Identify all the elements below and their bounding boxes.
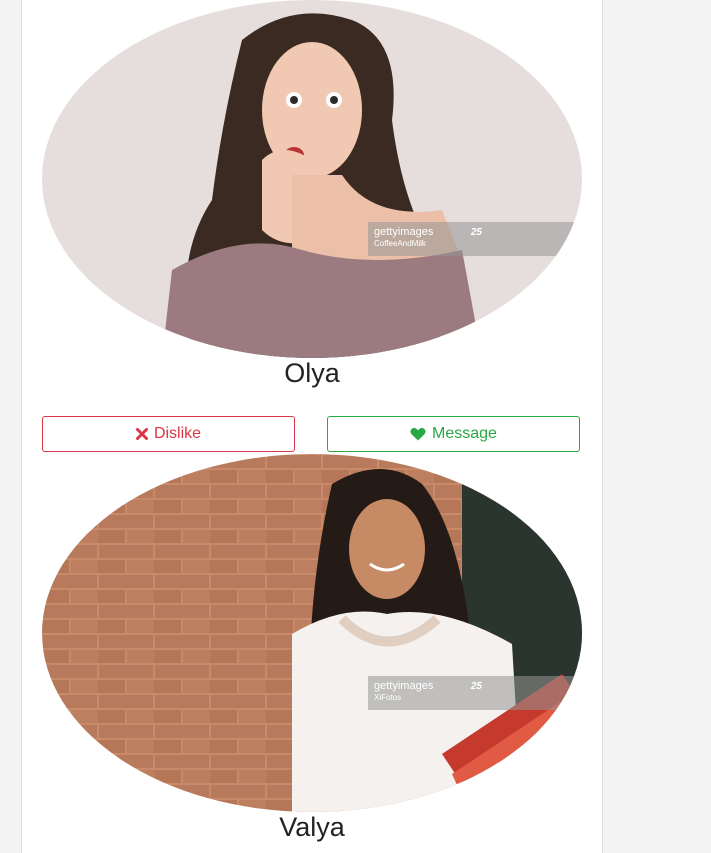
heart-icon [410, 427, 426, 441]
profile-photo-image [42, 0, 582, 358]
watermark-credit: XiFotos [374, 693, 402, 702]
profile-name: Valya [279, 812, 345, 842]
watermark-badge: 25 [470, 681, 482, 692]
profile-photo-image [42, 454, 582, 812]
photo-watermark: gettyimages CoffeeAndMilk 25 [368, 222, 582, 256]
profile-photo: gettyimages XiFotos 25 [42, 454, 582, 812]
times-icon [135, 428, 148, 440]
watermark-badge: 25 [470, 227, 482, 238]
watermark-credit: CoffeeAndMilk [374, 239, 426, 248]
profile-name: Olya [284, 358, 340, 388]
dislike-label: Dislike [153, 425, 202, 442]
message-button[interactable]: Message [327, 416, 580, 452]
message-label: Message [432, 425, 497, 442]
photo-watermark: gettyimages XiFotos 25 [368, 676, 582, 710]
page: gettyimages CoffeeAndMilk 25 Olya Dislik… [0, 0, 711, 853]
profile-feed: gettyimages CoffeeAndMilk 25 Olya Dislik… [21, 0, 603, 853]
profile-photo: gettyimages CoffeeAndMilk 25 [42, 0, 582, 358]
dislike-button[interactable]: Dislike [42, 416, 295, 452]
